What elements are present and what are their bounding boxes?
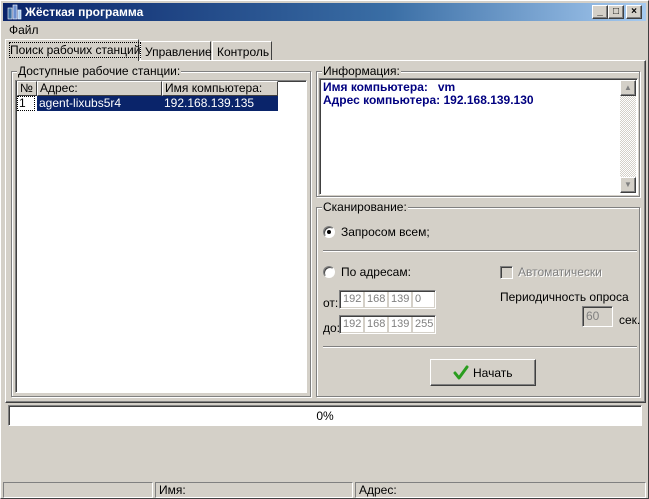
scan-group-title: Сканирование: bbox=[322, 200, 408, 214]
to-ip-octet-4[interactable]: 255 bbox=[413, 317, 434, 332]
auto-checkbox-label[interactable]: Автоматически bbox=[518, 265, 602, 279]
tab-label: Управление bbox=[145, 45, 212, 59]
menu-file[interactable]: Файл bbox=[9, 23, 39, 37]
cell-computer-name: 192.168.139.135 bbox=[162, 96, 278, 111]
to-label: до: bbox=[323, 321, 341, 335]
close-button[interactable]: × bbox=[626, 5, 642, 19]
workstations-list[interactable]: № Адрес: Имя компьютера: 1 agent-lixubs5… bbox=[15, 80, 307, 393]
start-button[interactable]: Начать bbox=[430, 359, 536, 386]
scroll-down-button[interactable]: ▼ bbox=[620, 177, 636, 193]
check-icon bbox=[453, 365, 469, 380]
window-title: Жёсткая программа bbox=[25, 5, 144, 19]
menu-bar: Файл bbox=[3, 22, 646, 38]
tab-panel: Доступные рабочие станции: № Адрес: Имя … bbox=[5, 60, 646, 403]
info-group-title: Информация: bbox=[322, 64, 401, 78]
cell-num: 1 bbox=[17, 96, 35, 111]
radio-by-address[interactable] bbox=[323, 266, 335, 278]
tab-management[interactable]: Управление bbox=[140, 41, 212, 61]
progress-text: 0% bbox=[316, 409, 334, 423]
status-name-label: Имя: bbox=[159, 483, 186, 497]
radio-by-address-label[interactable]: По адресам: bbox=[341, 265, 411, 279]
period-unit: сек. bbox=[619, 313, 641, 327]
period-value: 60 bbox=[586, 309, 600, 323]
tab-label: Контроль bbox=[217, 45, 270, 59]
to-ip-octet-2[interactable]: 168 bbox=[365, 317, 387, 332]
from-ip-octet-2[interactable]: 168 bbox=[365, 292, 387, 307]
separator bbox=[323, 346, 637, 348]
workstations-group-title: Доступные рабочие станции: bbox=[17, 64, 182, 78]
radio-query-all-label[interactable]: Запросом всем; bbox=[341, 225, 430, 239]
progress-bar: 0% bbox=[8, 405, 642, 426]
radio-query-all[interactable] bbox=[323, 226, 335, 238]
radio-dot bbox=[327, 230, 331, 234]
scroll-up-button[interactable]: ▲ bbox=[620, 80, 636, 96]
info-textarea[interactable]: Имя компьютера: vm Адрес компьютера: 192… bbox=[319, 78, 638, 195]
cell-address: agent-lixubs5r4 bbox=[37, 96, 162, 111]
info-scrollbar[interactable]: ▲ ▼ bbox=[620, 80, 636, 193]
column-header-num[interactable]: № bbox=[17, 81, 37, 96]
scan-group: Сканирование: Запросом всем; По адресам:… bbox=[316, 200, 641, 397]
status-panel-address: Адрес: bbox=[355, 482, 646, 498]
column-header-computer-name[interactable]: Имя компьютера: bbox=[162, 81, 278, 96]
minimize-button[interactable]: _ bbox=[592, 5, 608, 19]
period-label: Периодичность опроса bbox=[500, 290, 629, 304]
tab-workstation-search[interactable]: Поиск рабочих станций bbox=[5, 39, 142, 61]
status-panel-empty bbox=[3, 482, 153, 498]
status-panel-name: Имя: bbox=[155, 482, 353, 498]
maximize-button[interactable]: □ bbox=[608, 5, 624, 19]
status-bar: Имя: Адрес: bbox=[3, 482, 646, 498]
maximize-icon: □ bbox=[612, 6, 620, 17]
to-ip-octet-1[interactable]: 192 bbox=[341, 317, 363, 332]
separator bbox=[323, 250, 637, 252]
tab-label: Поиск рабочих станций bbox=[8, 42, 142, 58]
main-window: Жёсткая программа _ □ × Файл Поиск рабоч… bbox=[0, 0, 649, 499]
column-header-address[interactable]: Адрес: bbox=[37, 81, 162, 96]
app-icon bbox=[7, 4, 22, 20]
from-label: от: bbox=[323, 296, 339, 310]
info-text: Имя компьютера: vm Адрес компьютера: 192… bbox=[323, 81, 534, 107]
from-ip-octet-3[interactable]: 139 bbox=[389, 292, 411, 307]
title-bar[interactable]: Жёсткая программа _ □ × bbox=[3, 3, 646, 21]
auto-checkbox[interactable] bbox=[500, 266, 513, 279]
table-row[interactable]: 1 agent-lixubs5r4 192.168.139.135 bbox=[16, 96, 292, 111]
start-button-label: Начать bbox=[473, 366, 513, 380]
info-group: Информация: Имя компьютера: vm Адрес ком… bbox=[316, 64, 640, 197]
to-ip-field[interactable]: 192 168 139 255 bbox=[339, 315, 436, 334]
from-ip-octet-1[interactable]: 192 bbox=[341, 292, 363, 307]
minimize-icon: _ bbox=[597, 6, 603, 17]
period-input[interactable]: 60 bbox=[582, 306, 613, 327]
info-computer-address: Адрес компьютера: 192.168.139.130 bbox=[323, 93, 534, 107]
from-ip-octet-4[interactable]: 0 bbox=[413, 292, 434, 307]
close-icon: × bbox=[631, 6, 637, 17]
to-ip-octet-3[interactable]: 139 bbox=[389, 317, 411, 332]
from-ip-field[interactable]: 192 168 139 0 bbox=[339, 290, 436, 309]
tab-control[interactable]: Контроль bbox=[212, 41, 272, 61]
workstations-group: Доступные рабочие станции: № Адрес: Имя … bbox=[11, 64, 311, 397]
status-address-label: Адрес: bbox=[359, 483, 397, 497]
